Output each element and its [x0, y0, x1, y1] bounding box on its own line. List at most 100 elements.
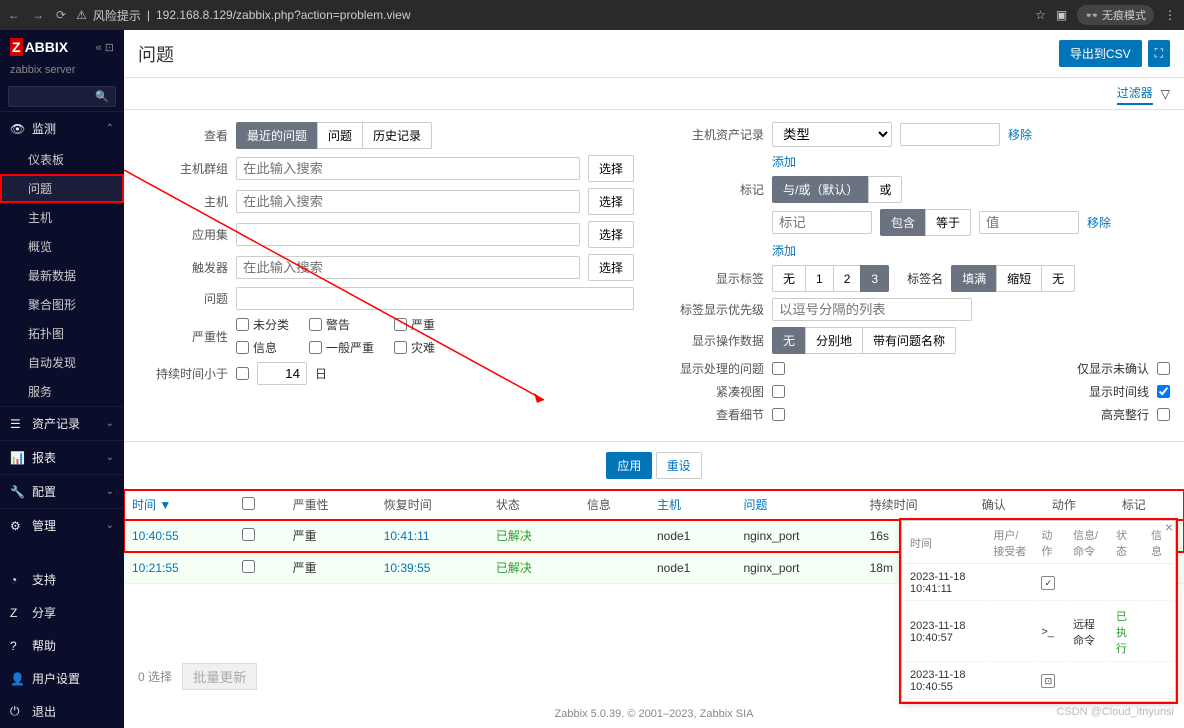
- nav-inventory[interactable]: ☰资产记录⌄: [0, 407, 124, 440]
- sev-high[interactable]: 严重: [394, 316, 435, 333]
- tag-value-input[interactable]: [979, 211, 1079, 234]
- col-time[interactable]: 时间 ▼: [124, 490, 234, 520]
- nav-config[interactable]: 🔧配置⌄: [0, 475, 124, 508]
- select-trigger-button[interactable]: 选择: [588, 254, 634, 281]
- sev-unclassified[interactable]: 未分类: [236, 316, 289, 333]
- app-input[interactable]: [236, 223, 580, 246]
- sev-info[interactable]: 信息: [236, 339, 289, 356]
- remove-link[interactable]: 移除: [1008, 126, 1032, 143]
- export-csv-button[interactable]: 导出到CSV: [1059, 40, 1142, 67]
- nav-monitoring[interactable]: 👁 监测 ⌃: [0, 112, 124, 145]
- duration-check[interactable]: [236, 367, 249, 380]
- host-group-input[interactable]: [236, 157, 580, 180]
- view-recent[interactable]: 最近的问题: [236, 122, 318, 149]
- star-icon[interactable]: ☆: [1035, 8, 1046, 22]
- close-icon[interactable]: ×: [1165, 519, 1173, 535]
- trigger-input[interactable]: [236, 256, 580, 279]
- menu-icon[interactable]: ⋮: [1164, 8, 1176, 22]
- add-tag-link[interactable]: 添加: [772, 242, 796, 259]
- col-status[interactable]: 状态: [488, 490, 579, 520]
- tag-contains[interactable]: 包含: [880, 209, 926, 236]
- nav-help[interactable]: ?帮助: [0, 629, 124, 662]
- search-input[interactable]: 🔍: [8, 86, 116, 107]
- remove-tag-link[interactable]: 移除: [1087, 214, 1111, 231]
- col-check[interactable]: [234, 490, 285, 520]
- nav-reports[interactable]: 📊报表⌄: [0, 441, 124, 474]
- col-severity[interactable]: 严重性: [285, 490, 376, 520]
- nav-overview[interactable]: 概览: [0, 232, 124, 261]
- show-handled-check[interactable]: [772, 362, 785, 375]
- tagname-full[interactable]: 填满: [951, 265, 997, 292]
- tag-or[interactable]: 或: [868, 176, 902, 203]
- reload-icon[interactable]: ⟳: [56, 8, 66, 22]
- col-problem[interactable]: 问题: [735, 490, 861, 520]
- tagname-none[interactable]: 无: [1041, 265, 1075, 292]
- forward-icon[interactable]: →: [32, 8, 44, 22]
- col-action[interactable]: 动作: [1044, 490, 1114, 520]
- tagname-short[interactable]: 缩短: [996, 265, 1042, 292]
- select-app-button[interactable]: 选择: [588, 221, 634, 248]
- back-icon[interactable]: ←: [8, 8, 20, 22]
- logo[interactable]: ZABBIX « ⊡: [0, 30, 124, 64]
- nav-support[interactable]: ◔支持: [0, 563, 124, 596]
- nav-dashboard[interactable]: 仪表板: [0, 145, 124, 174]
- sev-disaster[interactable]: 灾难: [394, 339, 435, 356]
- col-recovery[interactable]: 恢复时间: [376, 490, 488, 520]
- showtags-1[interactable]: 1: [805, 265, 834, 292]
- apply-button[interactable]: 应用: [606, 452, 652, 479]
- tag-name-input[interactable]: [772, 211, 872, 234]
- host-input[interactable]: [236, 190, 580, 213]
- col-ack[interactable]: 确认: [974, 490, 1044, 520]
- showop-none[interactable]: 无: [772, 327, 806, 354]
- nav-user[interactable]: 👤用户设置: [0, 662, 124, 695]
- sev-warning[interactable]: 警告: [309, 316, 374, 333]
- tag-priority-input[interactable]: [772, 298, 972, 321]
- warning-icon: ⚠: [76, 8, 87, 22]
- problem-input[interactable]: [236, 287, 634, 310]
- timeline-check[interactable]: [1157, 385, 1170, 398]
- view-problems[interactable]: 问题: [317, 122, 363, 149]
- fullscreen-button[interactable]: ⛶: [1148, 40, 1170, 67]
- select-host-button[interactable]: 选择: [588, 188, 634, 215]
- nav-latest[interactable]: 最新数据: [0, 261, 124, 290]
- nav-maps[interactable]: 拓扑图: [0, 319, 124, 348]
- nav-admin[interactable]: ⚙管理⌄: [0, 509, 124, 542]
- nav-share[interactable]: Z分享: [0, 596, 124, 629]
- incognito-icon: 👓: [1085, 10, 1099, 22]
- nav-logout[interactable]: ⏻退出: [0, 695, 124, 728]
- col-tags[interactable]: 标记: [1114, 490, 1184, 520]
- nav-screens[interactable]: 聚合图形: [0, 290, 124, 319]
- filter-tab[interactable]: 过滤器: [1117, 82, 1153, 105]
- detail-check[interactable]: [772, 408, 785, 421]
- view-history[interactable]: 历史记录: [362, 122, 432, 149]
- select-hostgroup-button[interactable]: 选择: [588, 155, 634, 182]
- compact-check[interactable]: [772, 385, 785, 398]
- inventory-type-select[interactable]: 类型: [772, 122, 892, 147]
- panel-icon[interactable]: ▣: [1056, 8, 1067, 22]
- duration-input[interactable]: [257, 362, 307, 385]
- only-unack-check[interactable]: [1157, 362, 1170, 375]
- selected-count: 0 选择: [138, 668, 172, 685]
- add-inventory-link[interactable]: 添加: [772, 153, 796, 170]
- highlight-check[interactable]: [1157, 408, 1170, 421]
- nav-services[interactable]: 服务: [0, 377, 124, 406]
- tag-andor[interactable]: 与/或（默认）: [772, 176, 869, 203]
- showop-with[interactable]: 带有问题名称: [862, 327, 956, 354]
- col-duration[interactable]: 持续时间: [862, 490, 974, 520]
- showtags-2[interactable]: 2: [833, 265, 862, 292]
- url-text[interactable]: 192.168.8.129/zabbix.php?action=problem.…: [156, 8, 411, 22]
- nav-hosts[interactable]: 主机: [0, 203, 124, 232]
- inventory-value[interactable]: [900, 123, 1000, 146]
- tag-equals[interactable]: 等于: [925, 209, 971, 236]
- nav-discovery[interactable]: 自动发现: [0, 348, 124, 377]
- nav-problems[interactable]: 问题: [0, 174, 124, 203]
- showtags-3[interactable]: 3: [860, 265, 889, 292]
- col-host[interactable]: 主机: [649, 490, 735, 520]
- collapse-icon[interactable]: « ⊡: [96, 41, 114, 54]
- showtags-none[interactable]: 无: [772, 265, 806, 292]
- reset-button[interactable]: 重设: [656, 452, 702, 479]
- showop-sep[interactable]: 分别地: [805, 327, 863, 354]
- filter-icon[interactable]: ▽: [1161, 87, 1170, 101]
- col-info[interactable]: 信息: [579, 490, 649, 520]
- sev-average[interactable]: 一般严重: [309, 339, 374, 356]
